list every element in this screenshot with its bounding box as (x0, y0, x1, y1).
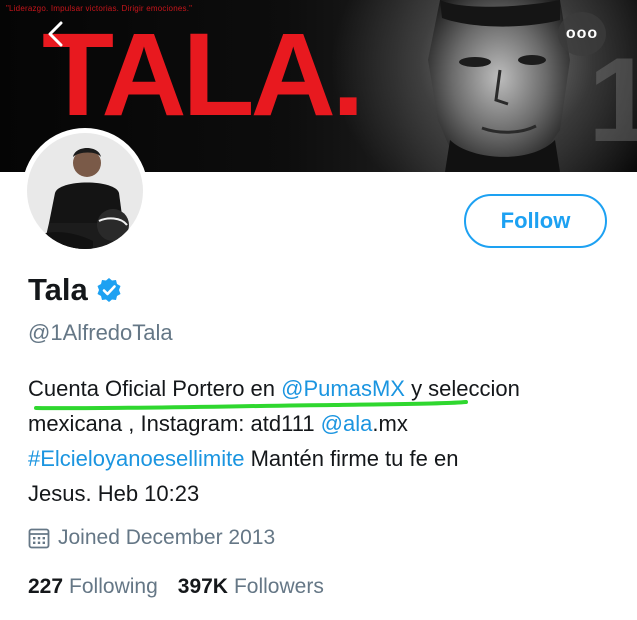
profile-bio: Cuenta Oficial Portero en @PumasMX y sel… (28, 371, 618, 511)
following-count: 227 (28, 575, 64, 598)
bio-line-3: #Elcieloyanoesellimite Mantén firme tu f… (28, 441, 618, 476)
follow-stats: 227 Following 397K Followers (28, 575, 344, 599)
follow-button[interactable]: Follow (464, 194, 607, 248)
banner-portrait (428, 0, 570, 172)
bio-text: Cuenta Oficial Portero en (28, 376, 282, 401)
joined-label: Joined December 2013 (58, 526, 276, 549)
mention-link-ala[interactable]: @ala (321, 411, 373, 436)
bio-text: mexicana , Instagram: atd111 (28, 411, 321, 436)
joined-date: Joined December 2013 (28, 526, 275, 550)
chevron-left-icon (48, 21, 63, 47)
hashtag-link[interactable]: #Elcieloyanoesellimite (28, 446, 244, 471)
followers-link[interactable]: 397K Followers (178, 575, 324, 599)
bio-line-4: Jesus. Heb 10:23 (28, 481, 200, 506)
bio-text: y seleccion (404, 376, 520, 401)
more-button[interactable]: ooo (558, 12, 606, 56)
banner-numeral: 1 (588, 33, 637, 167)
bio-text: .mx (372, 411, 408, 436)
followers-label: Followers (233, 575, 324, 598)
avatar-photo (27, 133, 143, 249)
verified-badge-icon (97, 278, 121, 302)
mention-link-pumasmx[interactable]: @PumasMX (281, 376, 405, 401)
bio-text: Mantén firme tu fe en (244, 446, 459, 471)
back-button[interactable] (36, 14, 76, 54)
following-label: Following (69, 575, 158, 598)
banner-brand-text: TALA. (42, 9, 365, 141)
profile-name: Tala (28, 272, 88, 307)
followers-count: 397K (177, 575, 228, 598)
more-horizontal-icon: ooo (565, 25, 599, 42)
calendar-icon (28, 528, 50, 549)
avatar[interactable] (22, 128, 148, 254)
following-link[interactable]: 227 Following (28, 575, 158, 599)
profile-name-row: Tala (28, 272, 122, 308)
profile-handle: @1AlfredoTala (28, 320, 173, 345)
highlight-underline (34, 400, 468, 411)
